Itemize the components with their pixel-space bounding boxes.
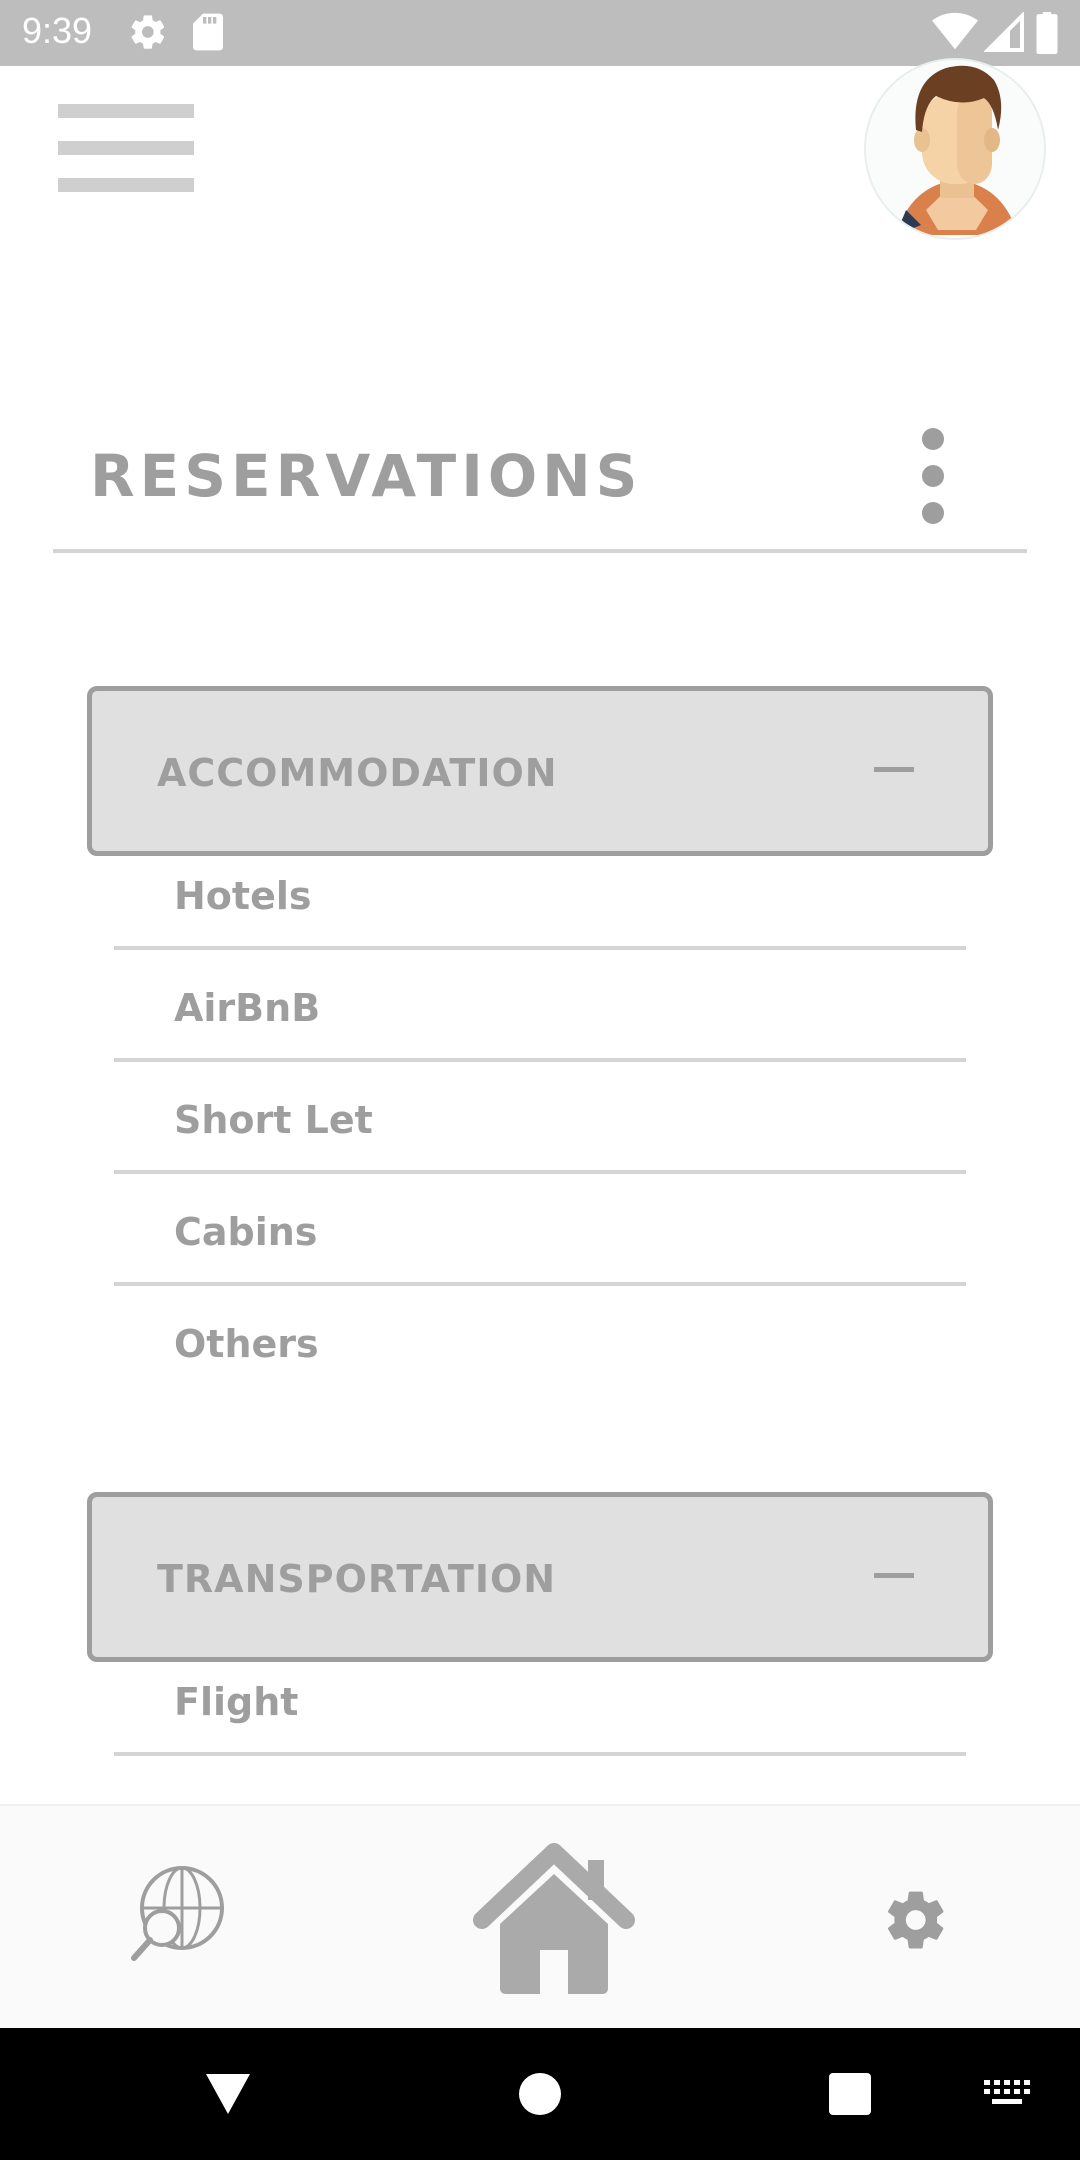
list-item-airbnb[interactable]: AirBnB bbox=[114, 950, 966, 1062]
hamburger-menu-icon[interactable] bbox=[58, 104, 194, 194]
user-avatar[interactable] bbox=[864, 58, 1046, 240]
page-title: RESERVATIONS bbox=[90, 442, 643, 510]
list-item-label: Hotels bbox=[174, 874, 312, 918]
section-header-accommodation[interactable]: ACCOMMODATION bbox=[87, 686, 993, 856]
battery-icon bbox=[1036, 12, 1058, 54]
list-item-label: Cabins bbox=[174, 1210, 318, 1254]
status-bar: 9:39 bbox=[0, 0, 1080, 66]
section-header-transportation[interactable]: TRANSPORTATION bbox=[87, 1492, 993, 1662]
collapse-minus-icon[interactable] bbox=[874, 767, 914, 772]
keyboard-icon[interactable] bbox=[984, 2080, 1030, 2108]
section-label: ACCOMMODATION bbox=[157, 751, 558, 795]
sd-card-icon bbox=[193, 13, 223, 51]
bottom-nav bbox=[0, 1804, 1080, 2028]
list-divider bbox=[114, 1752, 966, 1756]
title-divider bbox=[53, 549, 1027, 553]
section-label: TRANSPORTATION bbox=[157, 1557, 557, 1601]
list-item-flight[interactable]: Flight bbox=[114, 1644, 966, 1756]
globe-search-icon[interactable] bbox=[128, 1866, 228, 1966]
list-item-others[interactable]: Others bbox=[114, 1286, 966, 1398]
wifi-icon bbox=[932, 12, 978, 50]
gear-icon bbox=[131, 15, 165, 49]
signal-icon bbox=[984, 12, 1024, 52]
back-icon[interactable] bbox=[204, 2072, 252, 2116]
more-vertical-icon[interactable] bbox=[912, 428, 952, 524]
list-item-label: Flight bbox=[174, 1680, 299, 1724]
system-nav-bar bbox=[0, 2028, 1080, 2160]
list-item-label: Others bbox=[174, 1322, 319, 1366]
settings-gear-icon[interactable] bbox=[882, 1886, 950, 1954]
home-icon[interactable] bbox=[470, 1842, 638, 1998]
home-circle-icon[interactable] bbox=[518, 2072, 562, 2116]
list-item-cabins[interactable]: Cabins bbox=[114, 1174, 966, 1286]
collapse-minus-icon[interactable] bbox=[874, 1573, 914, 1578]
list-item-label: Short Let bbox=[174, 1098, 373, 1142]
list-item-short-let[interactable]: Short Let bbox=[114, 1062, 966, 1174]
list-item-label: AirBnB bbox=[174, 986, 321, 1030]
list-item-hotels[interactable]: Hotels bbox=[114, 838, 966, 950]
status-time: 9:39 bbox=[22, 10, 93, 51]
recents-icon[interactable] bbox=[828, 2072, 872, 2116]
